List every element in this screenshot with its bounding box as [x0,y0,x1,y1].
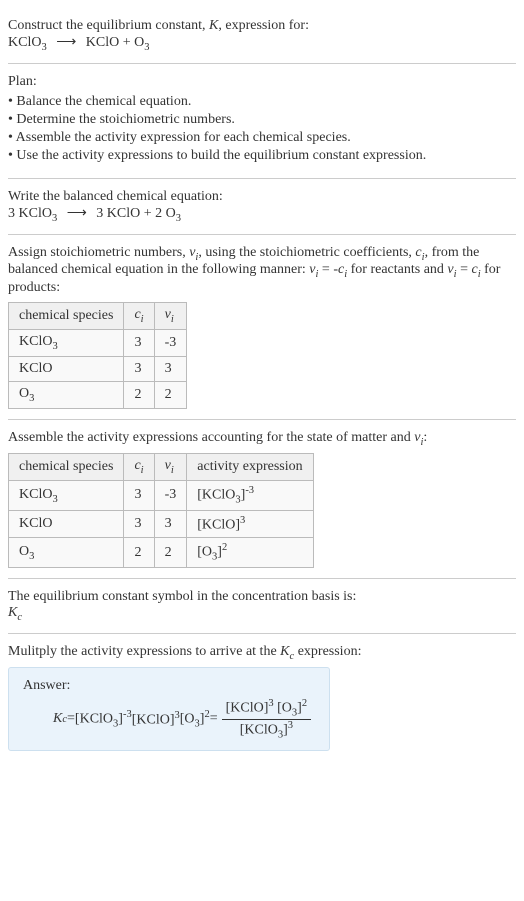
plan-bullets: • Balance the chemical equation. • Deter… [8,94,516,164]
nui-cell: 2 [154,381,187,408]
col-ci: ci [124,303,154,330]
prompt-text-2: , expression for: [218,18,309,33]
term2: [KClO]3 [132,710,180,729]
answer-box: Answer: Kc = [KClO3]-3 [KClO]3 [O3]2 = [… [8,667,330,751]
col-species: chemical species [9,454,124,481]
ci-cell: 2 [124,381,154,408]
numerator: [KClO]3 [O3]2 [222,698,311,719]
balanced-title: Write the balanced chemical equation: [8,189,516,205]
table-header-row: chemical species ci νi [9,303,187,330]
nui-cell: -3 [154,481,187,510]
species-cell: KClO3 [9,329,124,356]
rhs1-coef: 3 [96,206,103,221]
ci-cell: 3 [124,481,154,510]
basis-line: The equilibrium constant symbol in the c… [8,589,516,605]
plan-title: Plan: [8,74,516,90]
plan-section: Plan: • Balance the chemical equation. •… [8,64,516,179]
activity-title: Assemble the activity expressions accoun… [8,430,516,448]
activity-cell: [O3]2 [187,538,313,567]
fraction: [KClO]3 [O3]2 [KClO3]3 [222,698,311,740]
nui-cell: 2 [154,538,187,567]
col-activity: activity expression [187,454,313,481]
table-row: O3 2 2 [9,381,187,408]
plan-bullet-2: • Determine the stoichiometric numbers. [8,112,516,128]
prompt-line: Construct the equilibrium constant, K, e… [8,18,516,34]
table-row: KClO3 3 -3 [KClO3]-3 [9,481,314,510]
col-nui: νi [154,454,187,481]
ci-cell: 3 [124,329,154,356]
term3: [O3]2 [180,709,210,729]
plan-bullet-1: • Balance the chemical equation. [8,94,516,110]
plan-bullet-4: • Use the activity expressions to build … [8,148,516,164]
species-cell: KClO [9,356,124,381]
lhs-species: KClO3 [19,206,58,221]
lhs-coef: 3 [8,206,15,221]
col-species: chemical species [9,303,124,330]
multiply-section: Mulitply the activity expressions to arr… [8,634,516,762]
answer-label: Answer: [23,678,315,694]
col-ci: ci [124,454,154,481]
stoich-table: chemical species ci νi KClO3 3 -3 KClO 3… [8,302,187,408]
multiply-line: Mulitply the activity expressions to arr… [8,644,516,662]
answer-expression: Kc = [KClO3]-3 [KClO]3 [O3]2 = [KClO]3 [… [53,698,315,740]
table-header-row: chemical species ci νi activity expressi… [9,454,314,481]
table-row: KClO3 3 -3 [9,329,187,356]
table-row: KClO 3 3 [9,356,187,381]
activity-table: chemical species ci νi activity expressi… [8,453,314,567]
basis-section: The equilibrium constant symbol in the c… [8,579,516,634]
ci-cell: 3 [124,356,154,381]
rhs2-coef: 2 [155,206,162,221]
species-cell: KClO [9,510,124,538]
balanced-reaction: 3 KClO3 ⟶ 3 KClO + 2 O3 [8,205,516,224]
species-cell: KClO3 [9,481,124,510]
stoich-section: Assign stoichiometric numbers, νi, using… [8,235,516,420]
unbalanced-reaction: KClO3 ⟶ KClO + O3 [8,34,516,53]
rhs-species: KClO + O3 [86,35,150,50]
plan-bullet-3: • Assemble the activity expression for e… [8,130,516,146]
table-row: O3 2 2 [O3]2 [9,538,314,567]
stoich-intro: Assign stoichiometric numbers, νi, using… [8,245,516,297]
prompt-text: Construct the equilibrium constant, [8,18,209,33]
activity-cell: [KClO]3 [187,510,313,538]
reaction-arrow: ⟶ [56,34,76,51]
prompt-section: Construct the equilibrium constant, K, e… [8,8,516,64]
reaction-arrow: ⟶ [67,205,87,222]
table-row: KClO 3 3 [KClO]3 [9,510,314,538]
nui-cell: 3 [154,356,187,381]
rhs2-species: O3 [166,206,181,221]
nui-cell: 3 [154,510,187,538]
balanced-section: Write the balanced chemical equation: 3 … [8,179,516,235]
species-cell: O3 [9,538,124,567]
kc-symbol: Kc [8,605,516,623]
term1: [KClO3]-3 [75,709,132,729]
denominator: [KClO3]3 [222,720,311,740]
activity-section: Assemble the activity expressions accoun… [8,420,516,579]
K-symbol: K [209,18,218,33]
rhs1-species: KClO + [107,206,155,221]
ci-cell: 2 [124,538,154,567]
col-nui: νi [154,303,187,330]
species-cell: O3 [9,381,124,408]
nui-cell: -3 [154,329,187,356]
lhs-species: KClO3 [8,35,47,50]
ci-cell: 3 [124,510,154,538]
activity-cell: [KClO3]-3 [187,481,313,510]
